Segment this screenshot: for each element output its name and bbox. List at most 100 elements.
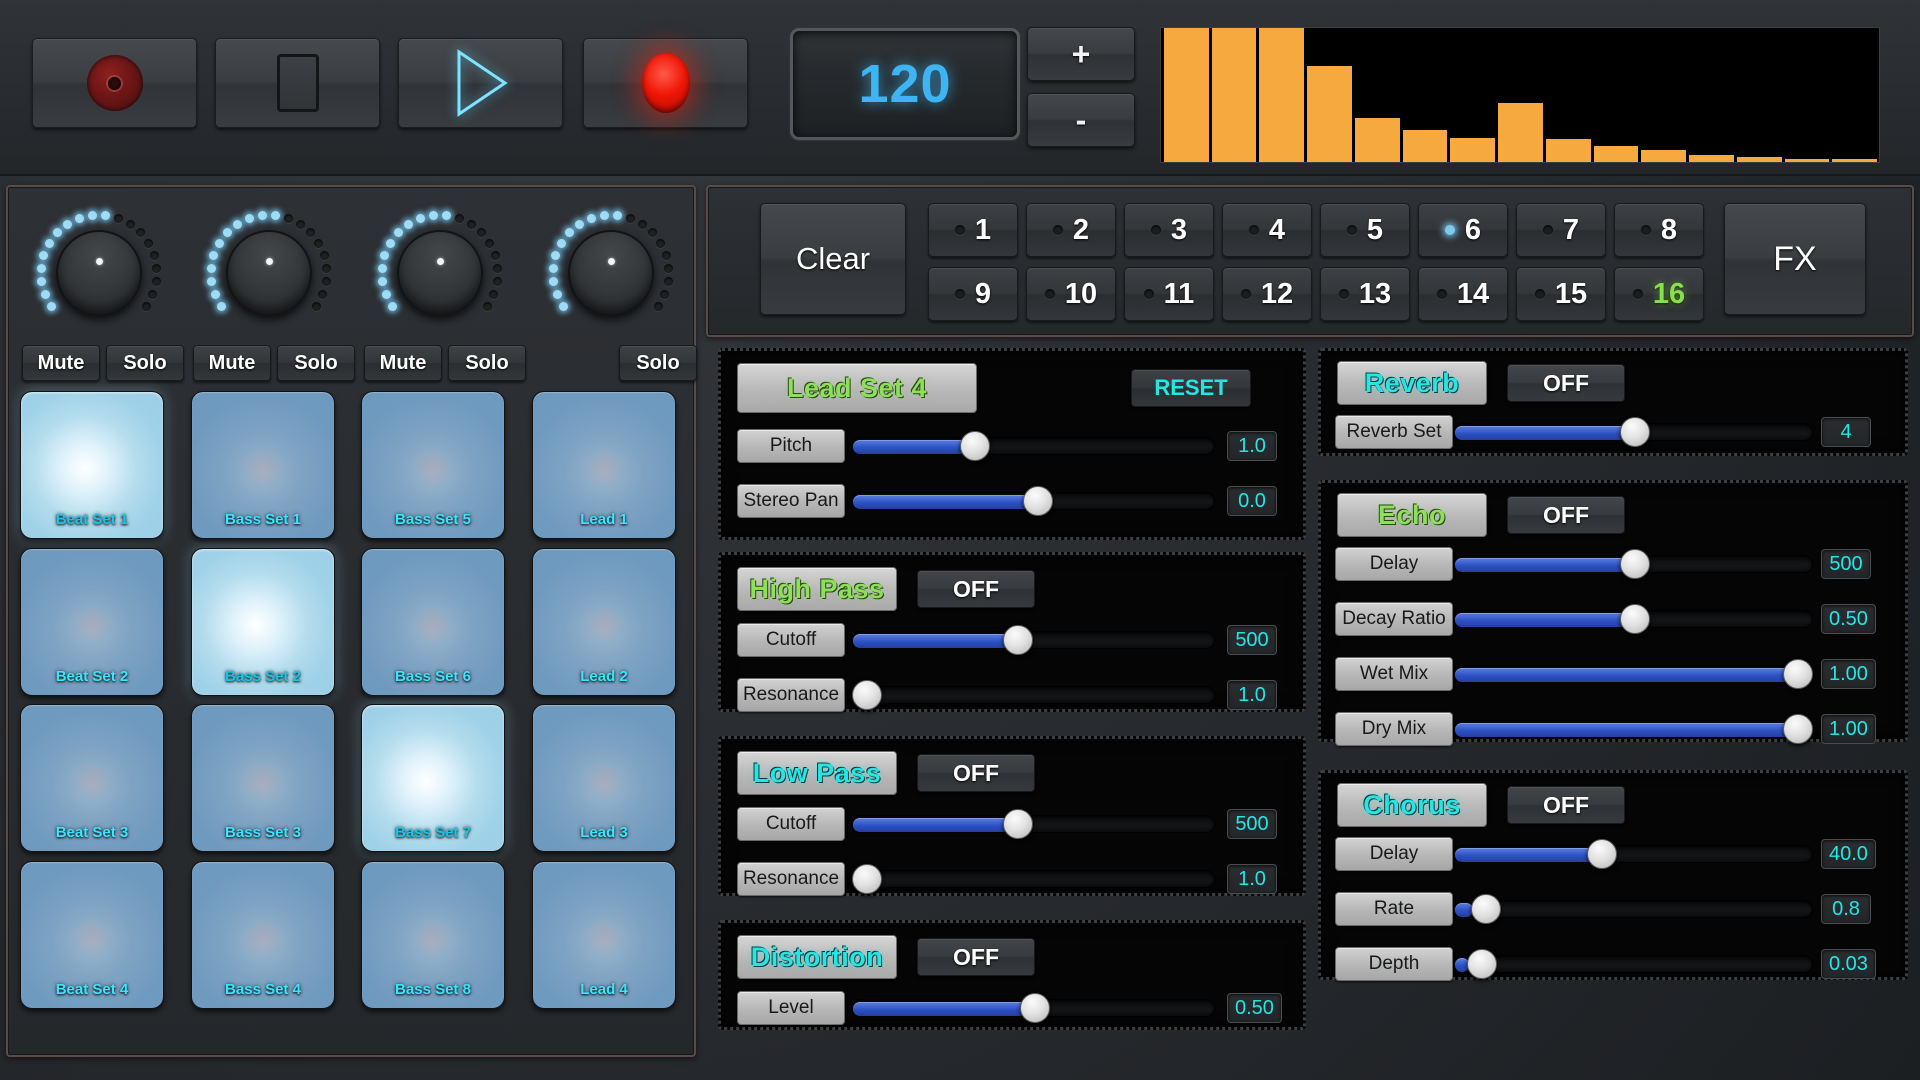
effect-toggle-reverb[interactable]: OFF [1507,364,1625,402]
effect-toggle-echo[interactable]: OFF [1507,496,1625,534]
stop-button[interactable] [215,38,380,128]
slider-track-chorus-rate[interactable] [1453,900,1813,918]
knob-body[interactable] [56,230,142,316]
volume-knob-1[interactable] [14,203,184,343]
slider-thumb-pitch[interactable] [960,431,990,461]
pattern-button-1[interactable]: 1 [928,203,1018,257]
pad[interactable]: Lead 1 [532,391,676,539]
rewind-button[interactable] [32,38,197,128]
slider-thumb-high-pass-cutoff[interactable] [1003,625,1033,655]
slider-thumb-stereo-pan[interactable] [1023,486,1053,516]
filter-toggle-low-pass[interactable]: OFF [917,754,1035,792]
slider-thumb-echo-delay[interactable] [1620,549,1650,579]
slider-track-low-pass-cutoff[interactable] [851,815,1215,833]
knob-body[interactable] [226,230,312,316]
solo-button-2[interactable]: Solo [277,345,355,381]
pattern-button-15[interactable]: 15 [1516,267,1606,321]
pad[interactable]: Lead 2 [532,548,676,696]
pad-label: Beat Set 2 [56,668,129,685]
slider-track-chorus-depth[interactable] [1453,955,1813,973]
slider-thumb-echo-dry-mix[interactable] [1783,714,1813,744]
slider-track-echo-decay-ratio[interactable] [1453,610,1813,628]
pad[interactable]: Bass Set 6 [361,548,505,696]
pattern-button-16[interactable]: 16 [1614,267,1704,321]
slider-thumb-reverb-reverb-set[interactable] [1620,417,1650,447]
pad[interactable]: Bass Set 3 [191,704,335,852]
slider-thumb-chorus-delay[interactable] [1587,839,1617,869]
pattern-button-6[interactable]: 6 [1418,203,1508,257]
solo-button-1[interactable]: Solo [106,345,184,381]
slider-track-distortion-level[interactable] [851,999,1215,1017]
slider-thumb-chorus-depth[interactable] [1467,949,1497,979]
pattern-button-14[interactable]: 14 [1418,267,1508,321]
pad[interactable]: Lead 3 [532,704,676,852]
slider-track-stereo-pan[interactable] [851,492,1215,510]
pad[interactable]: Beat Set 1 [20,391,164,539]
volume-knob-3[interactable] [355,203,525,343]
pattern-button-8[interactable]: 8 [1614,203,1704,257]
pad[interactable]: Bass Set 5 [361,391,505,539]
slider-track-echo-wet-mix[interactable] [1453,665,1813,683]
solo-button-3[interactable]: Solo [448,345,526,381]
knob-led [600,211,609,220]
play-button[interactable] [398,38,563,128]
bpm-increase-button[interactable]: + [1027,27,1135,81]
pattern-button-3[interactable]: 3 [1124,203,1214,257]
spectrum-bar [1450,138,1495,162]
filter-toggle-high-pass[interactable]: OFF [917,570,1035,608]
pad-label: Bass Set 5 [395,511,471,528]
pattern-button-11[interactable]: 11 [1124,267,1214,321]
knob-body[interactable] [397,230,483,316]
volume-knob-row [8,203,698,343]
pad[interactable]: Lead 4 [532,861,676,1009]
slider-track-high-pass-resonance[interactable] [851,686,1215,704]
pad[interactable]: Beat Set 4 [20,861,164,1009]
knob-led [258,211,267,220]
slider-track-low-pass-resonance[interactable] [851,870,1215,888]
slider-thumb-high-pass-resonance[interactable] [852,680,882,710]
param-label-chorus-depth: Depth [1335,947,1453,981]
mute-button-3[interactable]: Mute [364,345,442,381]
pattern-button-2[interactable]: 2 [1026,203,1116,257]
slider-track-echo-dry-mix[interactable] [1453,720,1813,738]
pattern-button-13[interactable]: 13 [1320,267,1410,321]
record-button[interactable] [583,38,748,128]
fx-button[interactable]: FX [1724,203,1866,315]
pad[interactable]: Beat Set 2 [20,548,164,696]
solo-button-4[interactable]: Solo [619,345,697,381]
slider-thumb-low-pass-cutoff[interactable] [1003,809,1033,839]
reset-button[interactable]: RESET [1131,369,1251,407]
slider-thumb-low-pass-resonance[interactable] [852,864,882,894]
slider-track-pitch[interactable] [851,437,1215,455]
pattern-button-9[interactable]: 9 [928,267,1018,321]
pattern-button-5[interactable]: 5 [1320,203,1410,257]
volume-knob-2[interactable] [184,203,354,343]
pad[interactable]: Bass Set 4 [191,861,335,1009]
mute-button-1[interactable]: Mute [22,345,100,381]
slider-thumb-echo-decay-ratio[interactable] [1620,604,1650,634]
pattern-button-7[interactable]: 7 [1516,203,1606,257]
pattern-button-10[interactable]: 10 [1026,267,1116,321]
pad[interactable]: Bass Set 1 [191,391,335,539]
slider-track-echo-delay[interactable] [1453,555,1813,573]
filter-toggle-distortion[interactable]: OFF [917,938,1035,976]
knob-body[interactable] [568,230,654,316]
effect-toggle-chorus[interactable]: OFF [1507,786,1625,824]
slider-thumb-echo-wet-mix[interactable] [1783,659,1813,689]
pad[interactable]: Beat Set 3 [20,704,164,852]
slider-thumb-distortion-level[interactable] [1020,993,1050,1023]
volume-knob-4[interactable] [526,203,696,343]
slider-track-high-pass-cutoff[interactable] [851,631,1215,649]
param-value-high-pass-cutoff: 500 [1227,625,1277,655]
pattern-button-4[interactable]: 4 [1222,203,1312,257]
pad[interactable]: Bass Set 8 [361,861,505,1009]
bpm-decrease-button[interactable]: - [1027,93,1135,147]
slider-thumb-chorus-rate[interactable] [1471,894,1501,924]
pattern-button-12[interactable]: 12 [1222,267,1312,321]
pad[interactable]: Bass Set 7 [361,704,505,852]
pad[interactable]: Bass Set 2 [191,548,335,696]
slider-track-reverb-reverb-set[interactable] [1453,423,1813,441]
mute-button-2[interactable]: Mute [193,345,271,381]
clear-button[interactable]: Clear [760,203,906,315]
slider-track-chorus-delay[interactable] [1453,845,1813,863]
